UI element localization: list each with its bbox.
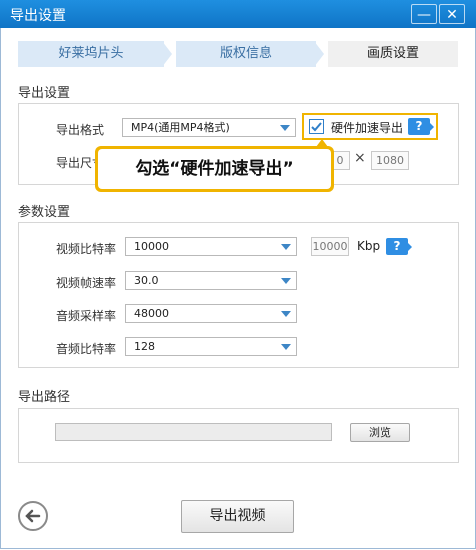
- samplerate-select[interactable]: 48000: [125, 304, 297, 323]
- format-label: 导出格式: [56, 123, 105, 137]
- path-input[interactable]: [55, 423, 332, 441]
- chevron-down-icon: [281, 311, 291, 317]
- export-settings-title: 导出设置: [18, 86, 71, 101]
- minimize-button[interactable]: —: [411, 4, 437, 24]
- checkmark-icon: [311, 122, 322, 132]
- param-settings-title: 参数设置: [18, 205, 71, 220]
- framerate-select[interactable]: 30.0: [125, 271, 297, 290]
- step-separator-inner: [162, 41, 172, 67]
- video-bitrate-select[interactable]: 10000: [125, 237, 297, 256]
- hw-accel-label: 硬件加速导出: [331, 121, 404, 135]
- tab-label: 画质设置: [366, 46, 419, 61]
- tab-quality-settings[interactable]: 画质设置: [328, 41, 458, 67]
- kbps-unit: Kbp: [357, 239, 381, 253]
- tab-copyright-info[interactable]: 版权信息: [176, 41, 316, 67]
- callout-bubble: 勾选“硬件加速导出”: [95, 146, 334, 192]
- close-button[interactable]: ✕: [439, 4, 465, 24]
- title-bar: 导出设置 — ✕: [0, 0, 476, 28]
- samplerate-value: 48000: [134, 307, 169, 320]
- chevron-down-icon: [280, 125, 290, 131]
- tab-label: 好莱坞片头: [58, 46, 124, 61]
- step-tabs: 好莱坞片头 版权信息 画质设置: [18, 41, 458, 67]
- window-title: 导出设置: [10, 8, 66, 24]
- video-bitrate-input[interactable]: 10000: [311, 237, 349, 256]
- height-input[interactable]: 1080: [371, 151, 409, 170]
- callout-text: 勾选“硬件加速导出”: [98, 149, 331, 189]
- bitrate-help-icon[interactable]: ?: [386, 238, 412, 255]
- video-bitrate-value: 10000: [134, 240, 169, 253]
- framerate-label: 视频帧速率: [56, 276, 117, 290]
- times-sign: ×: [354, 150, 366, 166]
- browse-button[interactable]: 浏览: [350, 423, 410, 442]
- audio-bitrate-label: 音频比特率: [56, 342, 117, 356]
- hw-accel-help-icon[interactable]: ?: [408, 118, 434, 135]
- audio-bitrate-select[interactable]: 128: [125, 337, 297, 356]
- back-arrow-icon: [25, 509, 41, 523]
- samplerate-label: 音频采样率: [56, 309, 117, 323]
- framerate-value: 30.0: [134, 274, 159, 287]
- chevron-down-icon: [281, 278, 291, 284]
- format-select[interactable]: MP4(通用MP4格式): [122, 118, 296, 137]
- export-video-button[interactable]: 导出视频: [181, 500, 294, 533]
- chevron-down-icon: [281, 344, 291, 350]
- export-path-title: 导出路径: [18, 390, 71, 405]
- format-value: MP4(通用MP4格式): [131, 121, 230, 134]
- tab-label: 版权信息: [219, 46, 272, 61]
- step-separator-inner: [314, 41, 324, 67]
- video-bitrate-label: 视频比特率: [56, 242, 117, 256]
- audio-bitrate-value: 128: [134, 340, 155, 353]
- chevron-down-icon: [281, 244, 291, 250]
- tab-hollywood-intro[interactable]: 好莱坞片头: [18, 41, 164, 67]
- hw-accel-highlight: 硬件加速导出 ?: [302, 113, 438, 140]
- hw-accel-checkbox[interactable]: [309, 119, 324, 134]
- back-button[interactable]: [18, 501, 48, 531]
